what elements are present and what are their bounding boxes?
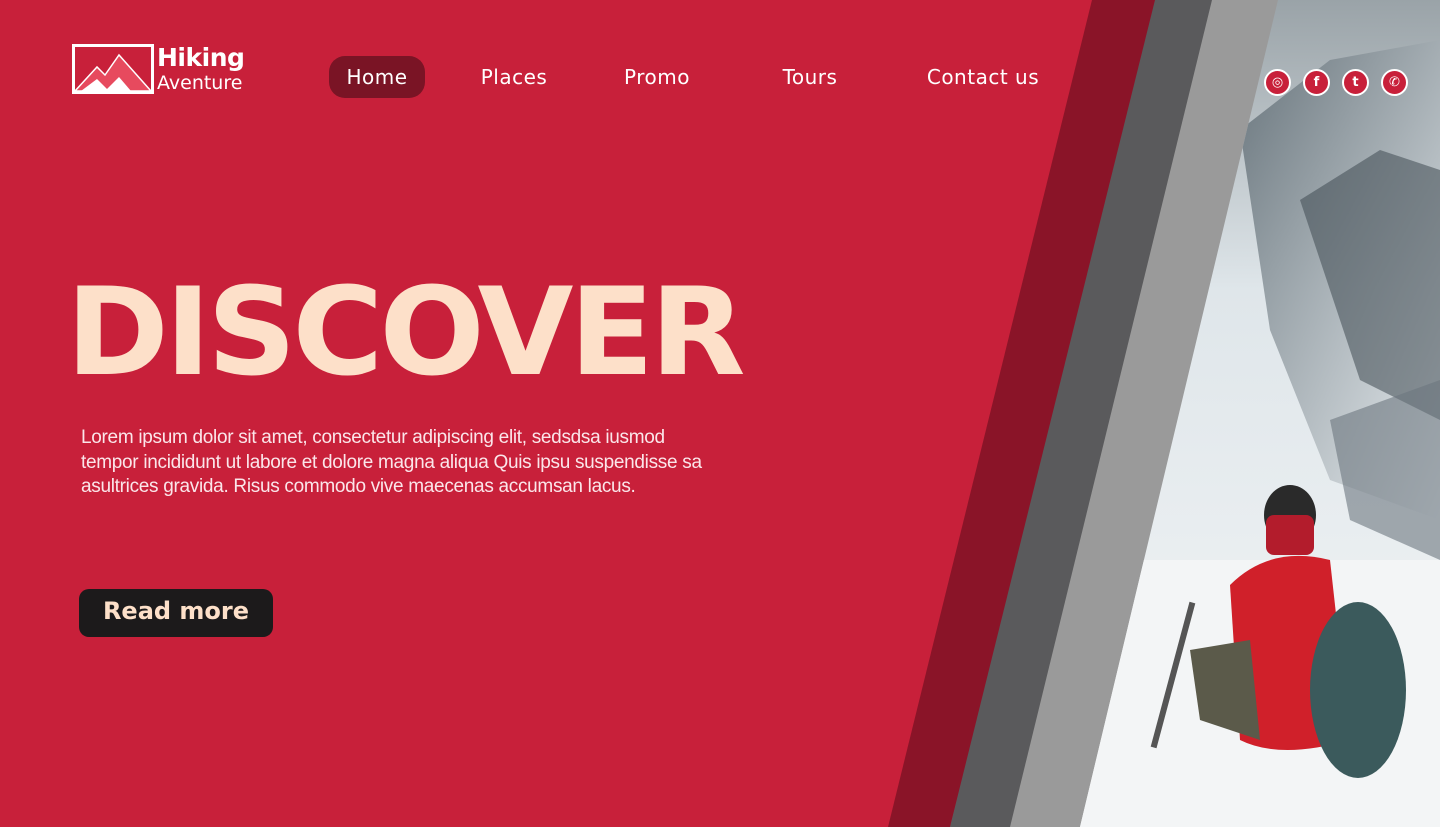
brand-title: Hiking [157, 43, 245, 72]
mountain-logo-icon [72, 44, 154, 94]
instagram-icon[interactable]: ◎ [1264, 69, 1291, 96]
hero-background-art [888, 0, 1440, 827]
light-grey-stripe [1010, 0, 1280, 827]
nav-contact-us[interactable]: Contact us [914, 56, 1052, 98]
social-links: ◎ f t ✆ [1264, 69, 1408, 96]
brand-subtitle: Aventure [157, 72, 243, 94]
hero-headline: DISCOVER [66, 262, 746, 404]
twitter-icon[interactable]: t [1342, 69, 1369, 96]
hero-description: Lorem ipsum dolor sit amet, consectetur … [81, 427, 702, 497]
dark-red-stripe [888, 0, 1160, 827]
nav-places[interactable]: Places [469, 56, 559, 98]
whatsapp-icon[interactable]: ✆ [1381, 69, 1408, 96]
dark-grey-stripe [950, 0, 1215, 827]
read-more-button[interactable]: Read more [79, 589, 273, 637]
mountain-icon [75, 53, 151, 91]
main-nav: Home Places Promo Tours Contact us [329, 56, 1069, 98]
nav-promo[interactable]: Promo [612, 56, 702, 98]
nav-tours[interactable]: Tours [769, 56, 851, 98]
brand-logo[interactable]: Hiking Aventure [72, 43, 245, 94]
hiker-photo [1080, 0, 1440, 827]
facebook-icon[interactable]: f [1303, 69, 1330, 96]
nav-home[interactable]: Home [329, 56, 425, 98]
